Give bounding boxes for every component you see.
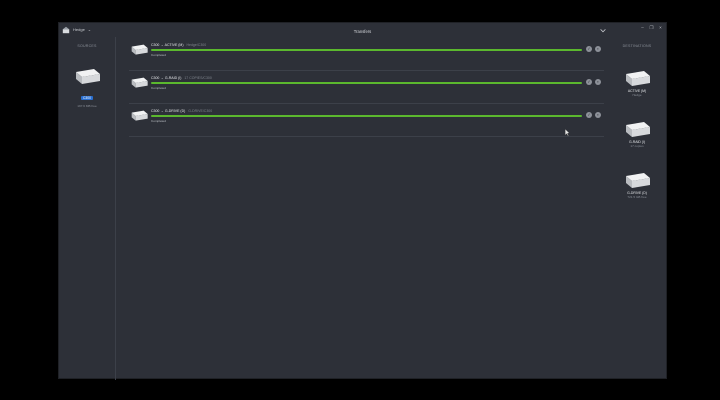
check-icon[interactable]: ✓ xyxy=(586,112,592,118)
transfer-path: G-DRIVE/C300 xyxy=(188,109,213,113)
collapse-chevron-icon[interactable] xyxy=(599,27,607,35)
folder-icon[interactable]: ▪ xyxy=(595,79,601,85)
folder-icon[interactable]: ▪ xyxy=(595,46,601,52)
progress-fill xyxy=(151,49,582,51)
transfer-title: C300 → G-RAID (I) 17 COPIES/C300 xyxy=(151,76,212,80)
destination-drive[interactable]: G-RAID (I) 17 copies xyxy=(607,121,667,148)
destination-drive-sub: 721.5 GB free xyxy=(627,195,647,199)
arrow-right-icon: → xyxy=(160,109,164,113)
progress-fill xyxy=(151,82,582,84)
sources-heading: SOURCES xyxy=(77,44,97,48)
title-bar: Hedge ⌄ Transfers – ❐ × xyxy=(59,23,666,37)
progress-bar xyxy=(151,82,582,84)
check-icon[interactable]: ✓ xyxy=(586,46,592,52)
transfer-status: Completed xyxy=(151,119,166,123)
destinations-heading: DESTINATIONS xyxy=(622,44,652,48)
row-divider xyxy=(129,136,604,137)
transfer-source: C300 xyxy=(151,76,160,80)
transfer-source: C300 xyxy=(151,109,160,113)
destination-drive-sub: Hedge xyxy=(632,93,642,97)
progress-bar xyxy=(151,115,582,117)
progress-fill xyxy=(151,115,582,117)
destinations-panel: DESTINATIONS ACTIVE (M) Hedge G-RAID (I)… xyxy=(607,37,667,380)
source-drive[interactable]: C300 197.6 MB free xyxy=(57,68,117,108)
hard-drive-icon xyxy=(131,110,148,121)
transfer-actions: ✓ ▪ xyxy=(586,46,601,52)
transfer-title: C300 → G-DRIVE (D) G-DRIVE/C300 xyxy=(151,109,212,113)
destination-drive[interactable]: ACTIVE (M) Hedge xyxy=(607,70,667,97)
window-controls: – ❐ × xyxy=(640,25,663,31)
hard-drive-icon xyxy=(76,69,100,84)
transfer-status: Completed xyxy=(151,53,166,57)
transfer-target: G-DRIVE (D) xyxy=(164,109,186,113)
destination-drive-sub: 17 copies xyxy=(630,144,644,148)
transfer-actions: ✓ ▪ xyxy=(586,79,601,85)
transfer-path: Hedge/C300 xyxy=(186,43,207,47)
arrow-right-icon: → xyxy=(160,43,164,47)
hard-drive-icon xyxy=(131,77,148,88)
hard-drive-icon xyxy=(626,173,650,188)
source-drive-free: 197.6 MB free xyxy=(77,104,97,108)
transfer-status: Completed xyxy=(151,86,166,90)
transfer-row[interactable]: C300 → ACTIVE (M) Hedge/C300 Completed ✓… xyxy=(129,38,604,71)
check-icon[interactable]: ✓ xyxy=(586,79,592,85)
source-drive-badge: C300 xyxy=(81,96,93,100)
hard-drive-icon xyxy=(626,71,650,86)
transfer-source: C300 xyxy=(151,43,160,47)
close-button[interactable]: × xyxy=(658,25,663,31)
sources-panel: SOURCES C300 197.6 MB free xyxy=(59,37,116,380)
progress-bar xyxy=(151,49,582,51)
minimize-button[interactable]: – xyxy=(640,25,645,31)
transfer-title: C300 → ACTIVE (M) Hedge/C300 xyxy=(151,43,206,47)
transfer-row[interactable]: C300 → G-RAID (I) 17 COPIES/C300 Complet… xyxy=(129,71,604,104)
folder-icon[interactable]: ▪ xyxy=(595,112,601,118)
transfer-target: ACTIVE (M) xyxy=(164,43,184,47)
maximize-button[interactable]: ❐ xyxy=(649,25,654,31)
transfers-window: Hedge ⌄ Transfers – ❐ × SOURCES C300 197… xyxy=(58,22,667,380)
transfer-row[interactable]: C300 → G-DRIVE (D) G-DRIVE/C300 Complete… xyxy=(129,104,604,137)
transfer-path: 17 COPIES/C300 xyxy=(184,76,212,80)
arrow-right-icon: → xyxy=(160,76,164,80)
destination-drive[interactable]: G-DRIVE (D) 721.5 GB free xyxy=(607,172,667,199)
mouse-cursor-icon xyxy=(565,129,570,136)
transfer-actions: ✓ ▪ xyxy=(586,112,601,118)
hard-drive-icon xyxy=(131,44,148,55)
window-title: Transfers xyxy=(353,29,372,34)
transfer-target: G-RAID (I) xyxy=(164,76,182,80)
hard-drive-icon xyxy=(626,122,650,137)
